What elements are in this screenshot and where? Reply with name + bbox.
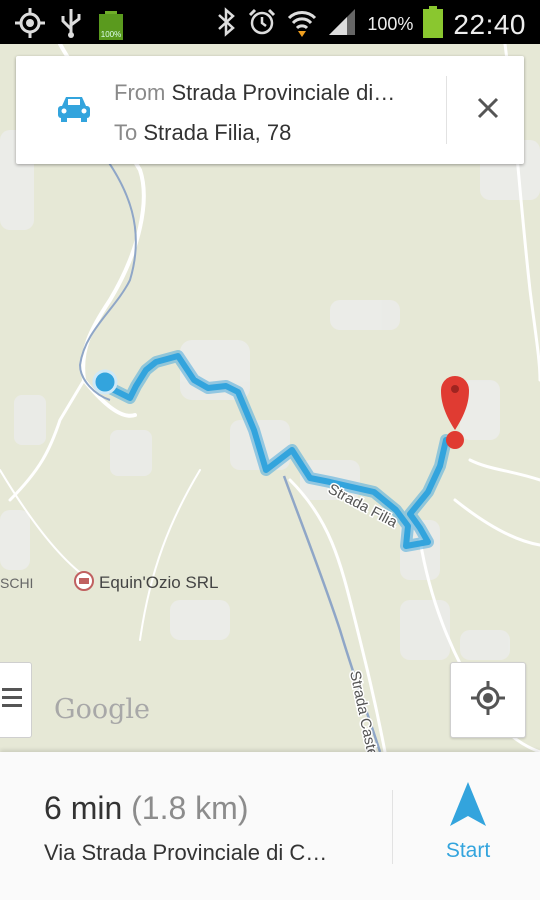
menu-icon <box>2 685 22 716</box>
close-button[interactable] <box>462 84 514 136</box>
alarm-icon <box>247 7 277 42</box>
to-value: Strada Filia, 78 <box>143 120 292 145</box>
clock: 22:40 <box>453 8 526 40</box>
from-value: Strada Provinciale di… <box>171 80 396 105</box>
battery-small-icon: 100% <box>96 10 126 42</box>
car-icon[interactable] <box>56 94 92 129</box>
route-time-line: 6 min (1.8 km) <box>44 790 248 827</box>
menu-button[interactable] <box>0 662 32 738</box>
origin-dot <box>92 369 118 395</box>
route-time: 6 min <box>44 790 123 826</box>
summary-divider <box>392 790 393 864</box>
navigate-arrow-icon <box>450 782 486 831</box>
route-via: Via Strada Provinciale di C… <box>44 840 328 865</box>
my-location-button[interactable] <box>450 662 526 738</box>
route-distance: (1.8 km) <box>131 790 249 826</box>
status-bar: 100% 100% 22:40 <box>0 0 540 44</box>
to-prefix: To <box>114 120 138 145</box>
wifi-icon <box>287 7 317 42</box>
battery-icon <box>423 6 444 43</box>
my-location-icon <box>469 679 507 722</box>
bluetooth-icon <box>215 7 237 42</box>
start-label: Start <box>445 839 491 862</box>
google-watermark: Google <box>54 694 150 725</box>
battery-small-label: 100% <box>100 29 122 39</box>
poi-label: Equin'Ozio SRL <box>99 573 218 592</box>
to-line[interactable]: To Strada Filia, 78 <box>114 120 291 146</box>
battery-percent: 100% <box>367 14 414 34</box>
poi-marker-icon <box>74 571 94 591</box>
close-icon <box>477 97 499 124</box>
start-button[interactable]: Start <box>420 782 516 882</box>
from-prefix: From <box>114 80 166 105</box>
directions-card[interactable]: From Strada Provinciale di… To Strada Fi… <box>16 56 524 164</box>
signal-icon <box>327 7 357 42</box>
road-label-castelnuovo: Strada Castelnuo <box>346 669 387 752</box>
gps-icon <box>14 7 46 44</box>
partial-label: SCHI <box>0 575 33 591</box>
usb-icon <box>60 7 82 44</box>
from-line[interactable]: From Strada Provinciale di… <box>114 80 395 106</box>
route-summary-panel[interactable]: 6 min (1.8 km) Via Strada Provinciale di… <box>0 752 540 900</box>
card-divider <box>446 76 447 144</box>
